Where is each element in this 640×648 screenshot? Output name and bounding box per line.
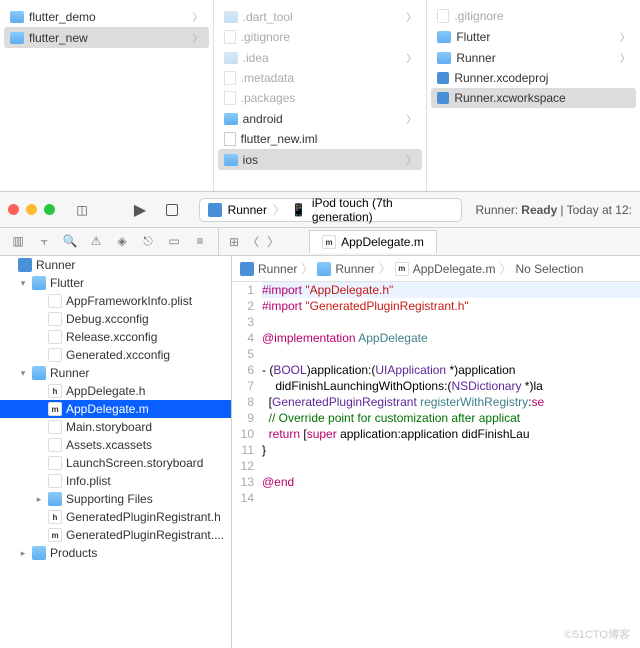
device-icon: 📱 — [291, 203, 306, 217]
line-gutter: 1234567891011121314 — [232, 282, 262, 506]
tree-item[interactable]: LaunchScreen.storyboard — [0, 454, 231, 472]
m-file-icon: m — [322, 235, 336, 249]
tree-item[interactable]: Debug.xcconfig — [0, 310, 231, 328]
finder-browser: flutter_demo〉flutter_new〉 .dart_tool〉.gi… — [0, 0, 640, 192]
sidebar-toggle-button[interactable]: ◫ — [69, 198, 95, 222]
editor-controls: ⊞ 〈 〉 — [218, 228, 289, 255]
breakpoint-navigator-icon[interactable]: ≡ — [192, 234, 208, 249]
code-editor[interactable]: 1234567891011121314 #import "AppDelegate… — [232, 282, 640, 506]
project-icon — [240, 262, 254, 276]
zoom-window-button[interactable] — [44, 204, 55, 215]
tree-item[interactable]: ▾Flutter — [0, 274, 231, 292]
main-split: Runner▾FlutterAppFrameworkInfo.plistDebu… — [0, 256, 640, 648]
debug-navigator-icon[interactable]: ▭ — [166, 234, 182, 249]
project-navigator-icon[interactable]: ▥ — [10, 234, 26, 249]
stop-button[interactable] — [159, 198, 185, 222]
finder-item[interactable]: ios〉 — [218, 149, 423, 170]
code-lines[interactable]: #import "AppDelegate.h"#import "Generate… — [262, 282, 640, 506]
finder-item[interactable]: Runner.xcworkspace — [431, 88, 636, 108]
tree-item[interactable]: Assets.xcassets — [0, 436, 231, 454]
back-button[interactable]: 〈 — [247, 233, 259, 250]
xcode-toolbar: ◫ ▶ Runner 〉 📱 iPod touch (7th generatio… — [0, 192, 640, 228]
tree-item[interactable]: ▸Supporting Files — [0, 490, 231, 508]
m-file-icon: m — [395, 262, 409, 276]
issue-navigator-icon[interactable]: ◈ — [114, 234, 130, 249]
related-items-icon[interactable]: ⊞ — [229, 235, 239, 249]
tree-item[interactable]: Main.storyboard — [0, 418, 231, 436]
finder-item[interactable]: Runner〉 — [431, 47, 636, 68]
finder-item[interactable]: flutter_new.iml — [218, 129, 423, 149]
finder-item[interactable]: .dart_tool〉 — [218, 6, 423, 27]
tree-item[interactable]: hAppDelegate.h — [0, 382, 231, 400]
finder-item[interactable]: .gitignore — [218, 27, 423, 47]
app-icon — [208, 203, 222, 217]
watermark: ©51CTO博客 — [565, 626, 630, 642]
editor-tab[interactable]: m AppDelegate.m — [309, 230, 437, 253]
finder-col-2: .dart_tool〉.gitignore.idea〉.metadata.pac… — [214, 0, 428, 191]
run-button[interactable]: ▶ — [127, 198, 153, 222]
finder-col-1: flutter_demo〉flutter_new〉 — [0, 0, 214, 191]
navigator-tab-bar: ▥ ⫟ 🔍 ⚠ ◈ ⎋ ▭ ≡ ⊞ 〈 〉 m AppDelegate.m — [0, 228, 640, 256]
find-navigator-icon[interactable]: ⚠ — [88, 234, 104, 249]
activity-status: Runner: Ready | Today at 12: — [476, 203, 632, 217]
finder-item[interactable]: flutter_new〉 — [4, 27, 209, 48]
scheme-selector[interactable]: Runner 〉 📱 iPod touch (7th generation) — [199, 198, 462, 222]
finder-item[interactable]: Runner.xcodeproj — [431, 68, 636, 88]
tree-item[interactable]: ▾Runner — [0, 364, 231, 382]
tree-item[interactable]: Runner — [0, 256, 231, 274]
window-controls — [8, 204, 55, 215]
finder-item[interactable]: Flutter〉 — [431, 26, 636, 47]
folder-icon — [317, 262, 331, 276]
scheme-device: iPod touch (7th generation) — [312, 196, 453, 224]
finder-item[interactable]: .idea〉 — [218, 47, 423, 68]
scheme-app: Runner — [228, 203, 267, 217]
tree-item[interactable]: AppFrameworkInfo.plist — [0, 292, 231, 310]
finder-item[interactable]: android〉 — [218, 108, 423, 129]
tree-item[interactable]: Generated.xcconfig — [0, 346, 231, 364]
forward-button[interactable]: 〉 — [267, 233, 279, 250]
editor-area: Runner〉 Runner〉 m AppDelegate.m〉 No Sele… — [232, 256, 640, 648]
tree-item[interactable]: ▸Products — [0, 544, 231, 562]
source-control-navigator-icon[interactable]: ⫟ — [36, 234, 52, 249]
symbol-navigator-icon[interactable]: 🔍 — [62, 234, 78, 249]
jump-bar[interactable]: Runner〉 Runner〉 m AppDelegate.m〉 No Sele… — [232, 256, 640, 282]
project-navigator: Runner▾FlutterAppFrameworkInfo.plistDebu… — [0, 256, 232, 648]
finder-item[interactable]: .gitignore — [431, 6, 636, 26]
test-navigator-icon[interactable]: ⎋ — [140, 234, 156, 249]
tree-item[interactable]: Info.plist — [0, 472, 231, 490]
tree-item[interactable]: Release.xcconfig — [0, 328, 231, 346]
finder-item[interactable]: .metadata — [218, 68, 423, 88]
finder-item[interactable]: flutter_demo〉 — [4, 6, 209, 27]
navigator-icons: ▥ ⫟ 🔍 ⚠ ◈ ⎋ ▭ ≡ — [0, 234, 218, 249]
close-window-button[interactable] — [8, 204, 19, 215]
tab-label: AppDelegate.m — [341, 235, 424, 249]
tree-item[interactable]: hGeneratedPluginRegistrant.h — [0, 508, 231, 526]
finder-col-3: .gitignoreFlutter〉Runner〉Runner.xcodepro… — [427, 0, 640, 191]
tree-item[interactable]: mGeneratedPluginRegistrant.... — [0, 526, 231, 544]
minimize-window-button[interactable] — [26, 204, 37, 215]
tree-item[interactable]: mAppDelegate.m — [0, 400, 231, 418]
finder-item[interactable]: .packages — [218, 88, 423, 108]
